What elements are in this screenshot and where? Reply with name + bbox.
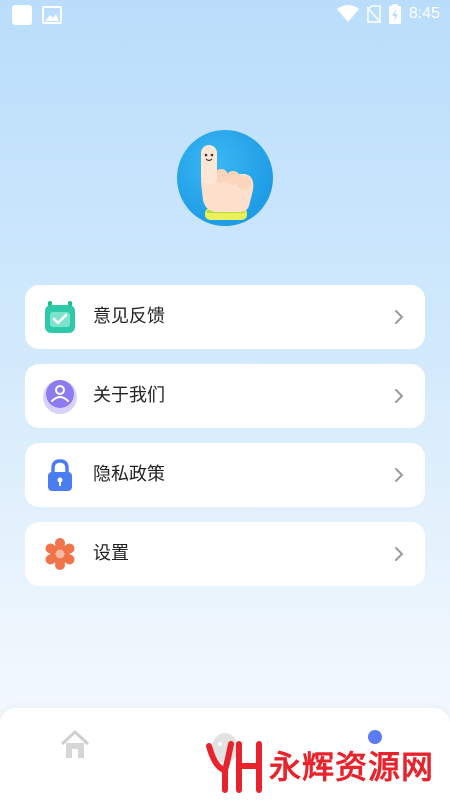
app-notification-icon [12, 5, 32, 25]
battery-charging-icon [388, 4, 401, 24]
image-notification-icon [42, 6, 62, 24]
user-icon [43, 380, 77, 414]
clock: 8:45 [408, 5, 440, 22]
chevron-right-icon [395, 389, 404, 403]
status-bar: 8:45 [0, 0, 450, 30]
menu-item-privacy[interactable]: 隐私政策 [25, 443, 425, 507]
menu-item-label: 设置 [93, 543, 129, 564]
pointing-finger-icon [201, 145, 254, 220]
menu-item-feedback[interactable]: 意见反馈 [25, 285, 425, 349]
status-bar-left [12, 5, 62, 25]
chevron-right-icon [395, 310, 404, 324]
menu-item-label: 隐私政策 [93, 464, 165, 485]
watermark: 永辉资源网 [205, 735, 445, 795]
chevron-right-icon [395, 547, 404, 561]
menu-item-label: 意见反馈 [93, 306, 165, 327]
chevron-right-icon [395, 468, 404, 482]
menu-item-about[interactable]: 关于我们 [25, 364, 425, 428]
no-sim-icon [366, 5, 381, 23]
calendar-check-icon [45, 301, 75, 333]
lock-icon [48, 459, 72, 491]
home-icon[interactable] [58, 728, 92, 762]
menu-item-label: 关于我们 [93, 385, 165, 406]
watermark-logo [206, 741, 262, 793]
watermark-text: 永辉资源网 [269, 748, 435, 786]
wifi-icon [336, 5, 359, 22]
menu-list: 意见反馈 关于我们 隐私政策 设置 [25, 285, 425, 601]
menu-item-settings[interactable]: 设置 [25, 522, 425, 586]
avatar[interactable] [177, 130, 273, 226]
status-bar-right: 8:45 [336, 4, 440, 24]
gear-icon [45, 538, 75, 570]
